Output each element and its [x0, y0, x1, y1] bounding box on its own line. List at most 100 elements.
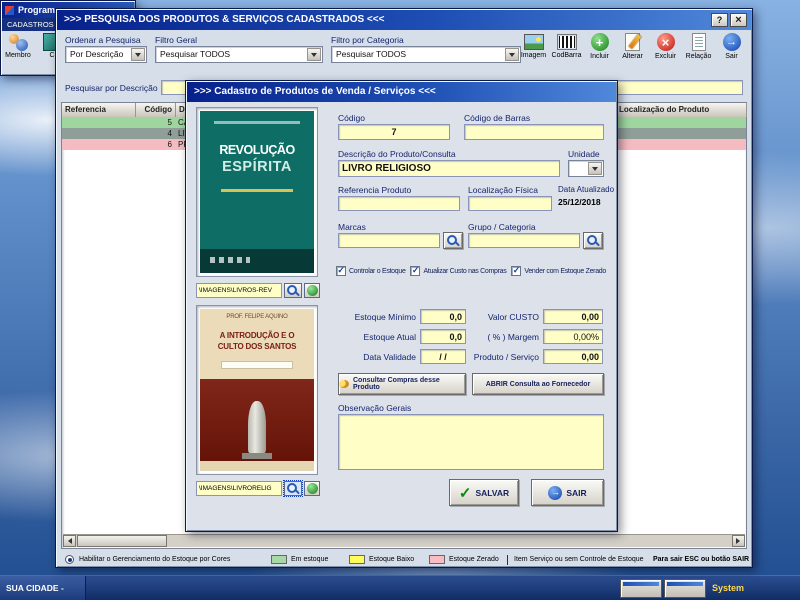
- descricao-field[interactable]: [338, 160, 560, 177]
- consultar-compras-button[interactable]: Consultar Compras desse Produto: [338, 373, 466, 395]
- grupo-search-button[interactable]: [583, 232, 603, 249]
- barcode-icon: [556, 34, 577, 50]
- exit-arrow-icon: →: [722, 33, 741, 51]
- imagem-label: Imagem: [520, 52, 547, 59]
- taskbar-window-chip[interactable]: [620, 579, 662, 598]
- unidade-label: Unidade: [568, 149, 600, 159]
- codigo-barras-field[interactable]: [464, 124, 604, 140]
- atualizar-custo-checkbox[interactable]: Atualizar Custo nas Compras: [410, 266, 507, 276]
- legend-estoque-zerado: Estoque Zerado: [449, 556, 499, 563]
- legend-gerenciamento: Habilitar o Gerenciamento do Estoque por…: [79, 556, 231, 563]
- close-button[interactable]: [730, 13, 747, 27]
- image2-path-input[interactable]: [196, 481, 282, 496]
- taskbar-system-button[interactable]: System: [712, 576, 744, 600]
- toolbar-membro-button[interactable]: Membro: [3, 33, 33, 59]
- sair-toolbar-label: Sair: [725, 53, 738, 60]
- grupo-field[interactable]: [468, 233, 580, 248]
- localizacao-field[interactable]: [468, 196, 552, 211]
- image1-path-input[interactable]: [196, 283, 282, 298]
- checkbox-check-icon: [410, 266, 421, 276]
- search-label: Pesquisar por Descrição: [65, 83, 158, 93]
- ordenar-dropdown[interactable]: Por Descrição: [65, 46, 147, 63]
- margem-label: ( % ) Margem: [487, 332, 539, 342]
- legend-yellow-swatch: [349, 555, 365, 564]
- salvar-button[interactable]: ✓ SALVAR: [449, 479, 519, 506]
- vender-estoque-zerado-checkbox[interactable]: Vender com Estoque Zerado: [511, 266, 606, 276]
- toolbar-membro-label: Membro: [5, 52, 31, 59]
- margem-field[interactable]: [543, 329, 603, 344]
- legend-green-swatch: [271, 555, 287, 564]
- marcas-search-button[interactable]: [443, 232, 463, 249]
- col-localizacao[interactable]: Localização do Produto: [616, 103, 747, 117]
- alterar-label: Alterar: [622, 53, 643, 60]
- coins-icon: [339, 380, 349, 388]
- abrir-consulta-button[interactable]: ABRIR Consulta ao Fornecedor: [472, 373, 604, 395]
- legend-divider: [507, 555, 508, 565]
- relacao-label: Relação: [685, 53, 712, 60]
- sair-toolbar-button[interactable]: → Sair: [715, 33, 748, 60]
- filtro-geral-dropdown[interactable]: Pesquisar TODOS: [155, 46, 323, 63]
- dialog-titlebar[interactable]: >>> Cadastro de Produtos de Venda / Serv…: [187, 82, 616, 102]
- green-circle-icon: [306, 483, 318, 494]
- referencia-field[interactable]: [338, 196, 460, 211]
- vender-estoque-zerado-label: Vender com Estoque Zerado: [524, 267, 606, 275]
- row-codigo: 4: [167, 129, 172, 138]
- produto-servico-field[interactable]: [543, 349, 603, 364]
- book-cover-revolucao: REVOLUÇÃO ESPÍRITA: [200, 111, 314, 273]
- stock-checkbox-row: Controlar o Estoque Atualizar Custo nas …: [336, 266, 606, 276]
- image2-path-row: [196, 480, 320, 497]
- controlar-estoque-checkbox[interactable]: Controlar o Estoque: [336, 266, 406, 276]
- taskbar: SUA CIDADE - System: [0, 575, 800, 600]
- main-window-titlebar[interactable]: >>> PESQUISA DOS PRODUTOS & SERVIÇOS CAD…: [57, 10, 751, 30]
- image2-load-button[interactable]: [304, 481, 320, 496]
- help-button[interactable]: [711, 13, 728, 27]
- abrir-consulta-label: ABRIR Consulta ao Fornecedor: [485, 380, 591, 388]
- product-dialog: >>> Cadastro de Produtos de Venda / Serv…: [185, 80, 618, 532]
- atualizar-custo-label: Atualizar Custo nas Compras: [423, 267, 507, 275]
- legend-estoque-baixo: Estoque Baixo: [369, 556, 415, 563]
- taskbar-window-chip[interactable]: [664, 579, 706, 598]
- dialog-sair-label: SAIR: [566, 487, 587, 498]
- menu-cadastros-label: CADASTROS: [7, 20, 54, 29]
- filtro-categoria-dropdown[interactable]: Pesquisar TODOS: [331, 46, 521, 63]
- excluir-button[interactable]: × Excluir: [649, 33, 682, 60]
- observacao-label: Observação Gerais: [338, 403, 412, 413]
- stock-colors-radio[interactable]: [65, 555, 74, 564]
- imagem-button[interactable]: Imagem: [517, 33, 550, 60]
- checkmark-icon: ✓: [458, 484, 472, 502]
- search-icon: [287, 284, 299, 297]
- col-codigo[interactable]: Código: [136, 103, 176, 117]
- scrollbar-thumb[interactable]: [77, 535, 167, 547]
- image1-search-button[interactable]: [284, 283, 302, 298]
- taskbar-system-label: System: [712, 583, 745, 593]
- taskbar-start[interactable]: SUA CIDADE -: [0, 576, 86, 600]
- taskbar-start-label: SUA CIDADE -: [6, 583, 64, 593]
- background-window-title: Programa: [18, 5, 61, 15]
- image1-load-button[interactable]: [304, 283, 320, 298]
- image-icon: [523, 34, 544, 50]
- valor-custo-field[interactable]: [543, 309, 603, 324]
- marcas-field[interactable]: [338, 233, 440, 248]
- cover2-title-line2: CULTO DOS SANTOS: [217, 342, 297, 351]
- image2-search-button[interactable]: [283, 480, 303, 497]
- dialog-sair-button[interactable]: → SAIR: [531, 479, 604, 506]
- cover1-footer-band: [200, 249, 314, 273]
- green-circle-icon: [306, 285, 318, 296]
- codbarra-button[interactable]: CodBarra: [550, 33, 583, 60]
- cover2-bottom: [200, 379, 314, 461]
- observacao-textarea[interactable]: [338, 414, 604, 470]
- scroll-left-icon[interactable]: [63, 535, 76, 547]
- relacao-button[interactable]: Relação: [682, 33, 715, 60]
- unidade-dropdown[interactable]: [568, 160, 604, 177]
- incluir-button[interactable]: + Incluir: [583, 33, 616, 60]
- data-atualizado-value: 25/12/2018: [558, 197, 601, 207]
- codigo-field[interactable]: [338, 124, 450, 140]
- alterar-button[interactable]: Alterar: [616, 33, 649, 60]
- search-icon: [447, 234, 459, 247]
- valor-custo-label: Valor CUSTO: [487, 312, 539, 322]
- statue-illustration: [242, 401, 272, 459]
- col-referencia[interactable]: Referencia: [62, 103, 136, 117]
- cover1-title-line1: REVOLUÇÃO: [219, 143, 295, 157]
- table-horizontal-scrollbar[interactable]: [63, 534, 745, 547]
- scroll-right-icon[interactable]: [732, 535, 745, 547]
